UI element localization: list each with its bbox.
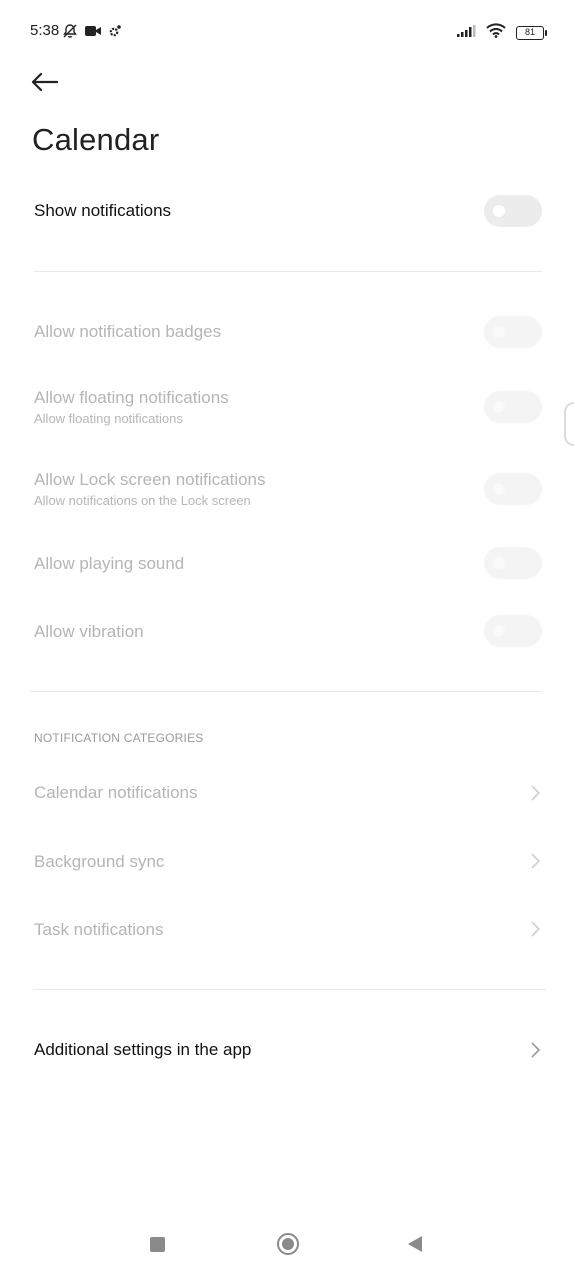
home-button[interactable] <box>277 1233 299 1255</box>
chevron-right-icon <box>528 852 542 870</box>
allow-floating-label: Allow floating notifications <box>34 388 229 407</box>
allow-lockscreen-toggle[interactable] <box>484 473 542 505</box>
wifi-icon <box>486 23 506 43</box>
allow-floating-row[interactable]: Allow floating notifications Allow float… <box>34 388 542 426</box>
page-title: Calendar <box>32 122 160 157</box>
allow-sound-row[interactable]: Allow playing sound <box>34 554 542 574</box>
chevron-right-icon <box>528 1041 542 1059</box>
signal-icon <box>456 24 476 43</box>
show-notifications-label: Show notifications <box>34 201 172 220</box>
toggle-knob <box>493 401 505 413</box>
notifications-off-icon <box>62 23 78 44</box>
category-task-row[interactable]: Task notifications <box>34 920 542 940</box>
divider <box>34 271 542 272</box>
allow-badges-row[interactable]: Allow notification badges <box>34 322 542 342</box>
category-calendar-label: Calendar notifications <box>34 783 198 802</box>
status-left-icons <box>62 23 122 44</box>
status-time: 5:38 <box>30 22 60 39</box>
toggle-knob <box>493 625 505 637</box>
category-task-label: Task notifications <box>34 920 164 939</box>
status-bar: 5:38 81 <box>0 0 576 64</box>
allow-lockscreen-label: Allow Lock screen notifications <box>34 470 266 489</box>
allow-lockscreen-subtitle: Allow notifications on the Lock screen <box>34 493 251 508</box>
allow-badges-label: Allow notification badges <box>34 322 222 341</box>
battery-icon: 81 <box>516 26 547 40</box>
back-button[interactable] <box>30 66 70 102</box>
additional-settings-label: Additional settings in the app <box>34 1040 252 1059</box>
nav-back-button[interactable] <box>408 1236 422 1252</box>
toggle-knob <box>493 326 505 338</box>
arrow-left-icon <box>30 72 59 97</box>
divider <box>30 691 542 692</box>
allow-sound-toggle[interactable] <box>484 547 542 579</box>
divider <box>34 989 546 990</box>
category-background-sync-row[interactable]: Background sync <box>34 852 542 872</box>
allow-vibration-toggle[interactable] <box>484 615 542 647</box>
status-right-icons: 81 <box>456 23 547 43</box>
show-notifications-row[interactable]: Show notifications <box>34 201 542 221</box>
additional-settings-row[interactable]: Additional settings in the app <box>34 1040 542 1060</box>
allow-vibration-label: Allow vibration <box>34 622 144 641</box>
screen: 5:38 81 Calendar Show notifications Allo… <box>0 0 576 1280</box>
video-icon <box>84 24 102 43</box>
allow-sound-label: Allow playing sound <box>34 554 185 573</box>
allow-vibration-row[interactable]: Allow vibration <box>34 622 542 642</box>
edge-gesture-handle[interactable] <box>564 402 574 446</box>
chevron-right-icon <box>528 920 542 938</box>
allow-badges-toggle[interactable] <box>484 316 542 348</box>
show-notifications-toggle[interactable] <box>484 195 542 227</box>
category-calendar-row[interactable]: Calendar notifications <box>34 783 542 803</box>
allow-floating-subtitle: Allow floating notifications <box>34 411 183 426</box>
navigation-bar <box>0 1220 576 1280</box>
allow-floating-toggle[interactable] <box>484 391 542 423</box>
toggle-knob <box>493 205 505 217</box>
chevron-right-icon <box>528 784 542 802</box>
settings-gear-icon <box>108 24 122 43</box>
toggle-knob <box>493 557 505 569</box>
toggle-knob <box>493 483 505 495</box>
recents-button[interactable] <box>150 1237 165 1252</box>
allow-lockscreen-row[interactable]: Allow Lock screen notifications Allow no… <box>34 470 542 508</box>
section-header-categories: NOTIFICATION CATEGORIES <box>34 731 204 745</box>
category-background-sync-label: Background sync <box>34 852 165 871</box>
